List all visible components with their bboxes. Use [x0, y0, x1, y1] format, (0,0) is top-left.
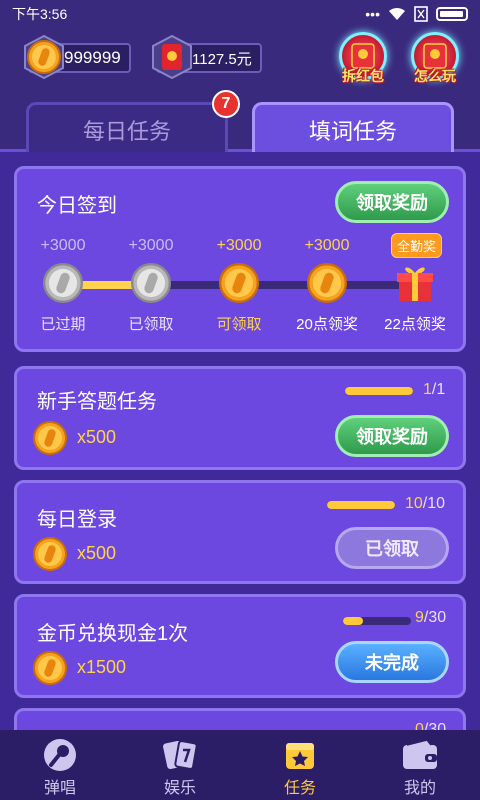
gold-coin-icon — [33, 651, 67, 685]
task-card: 每日登录 10/10 x500 已领取 — [14, 480, 466, 584]
task-title: 每日登录 — [37, 509, 117, 531]
tab-fill-word-tasks[interactable]: 填词任务 — [252, 102, 454, 154]
signin-day-label: 可领取 — [216, 316, 262, 333]
cards-icon — [163, 740, 198, 770]
nav-entertainment[interactable]: 娱乐 — [120, 730, 240, 800]
open-red-envelope-label: 拆红包 — [342, 68, 384, 84]
signin-day-amount: +3000 — [304, 237, 350, 254]
more-dots-icon: ••• — [365, 6, 380, 22]
signin-day-amount: +3000 — [216, 237, 262, 254]
signin-card: 今日签到 领取奖励 +3000 已过期 +3000 已领取 +3000 可领取 … — [14, 166, 466, 352]
progress-done: 1 — [423, 381, 432, 398]
signin-day-2: +3000 已领取 — [111, 237, 191, 334]
tab-daily-tasks[interactable]: 每日任务 — [26, 102, 228, 154]
red-envelope-hex-icon — [152, 34, 192, 80]
how-to-play-button[interactable]: 怎么玩 — [408, 32, 462, 88]
signin-day-4: +3000 20点领奖 — [287, 237, 367, 334]
status-icons: ••• — [365, 6, 468, 22]
bottom-nav: 弹唱 娱乐 任务 我的 — [0, 730, 480, 800]
signin-day-amount: +3000 — [128, 237, 174, 254]
microphone-icon — [44, 739, 76, 771]
silver-coin-icon — [43, 263, 83, 303]
how-to-play-label: 怎么玩 — [414, 68, 456, 84]
coin-hex-icon — [24, 34, 64, 80]
silver-coin-icon — [131, 263, 171, 303]
signin-day-label: 20点领奖 — [296, 316, 358, 333]
task-incomplete-button[interactable]: 未完成 — [335, 641, 449, 683]
nav-label: 我的 — [403, 780, 436, 797]
nav-label: 娱乐 — [163, 780, 196, 797]
task-list[interactable]: 今日签到 领取奖励 +3000 已过期 +3000 已领取 +3000 可领取 … — [0, 152, 480, 730]
status-bar: 下午3:56 ••• — [0, 0, 480, 28]
signin-day-label: 已领取 — [128, 316, 174, 333]
nav-label: 任务 — [283, 780, 316, 797]
signin-day-amount: +3000 — [40, 237, 86, 254]
coin-balance[interactable]: 999999 — [24, 34, 131, 80]
signin-day-label: 22点领奖 — [384, 316, 446, 333]
progress-done: 10 — [405, 495, 423, 512]
gold-coin-icon — [33, 421, 67, 455]
full-attendance-tag: 全勤奖 — [391, 233, 443, 258]
battery-icon — [436, 7, 468, 21]
progress-done: 0 — [415, 721, 424, 730]
gold-coin-icon — [33, 537, 67, 571]
task-card: 金币兑换现金1次 9/30 x1500 未完成 — [14, 594, 466, 698]
task-progress-text: 0/30 — [415, 721, 446, 730]
task-reward: x500 — [77, 543, 117, 563]
status-time: 下午3:56 — [12, 6, 68, 22]
task-progress-fill — [345, 387, 413, 395]
task-progress-text: 1/1 — [423, 381, 445, 399]
signin-claim-button[interactable]: 领取奖励 — [335, 181, 449, 223]
task-progress-bar — [327, 501, 395, 509]
signin-title: 今日签到 — [37, 195, 117, 217]
task-progress-text: 10/10 — [405, 495, 445, 513]
nav-label: 弹唱 — [43, 780, 76, 797]
task-star-icon — [286, 743, 314, 769]
sim-icon — [414, 6, 428, 22]
nav-sing[interactable]: 弹唱 — [0, 730, 120, 800]
task-reward: x500 — [77, 427, 117, 447]
task-card: 0/30 — [14, 708, 466, 730]
nav-tasks[interactable]: 任务 — [240, 730, 360, 800]
signin-day-1: +3000 已过期 — [23, 237, 103, 334]
task-progress-bar — [343, 617, 411, 625]
task-claimed-button[interactable]: 已领取 — [335, 527, 449, 569]
gold-coin-icon — [219, 263, 259, 303]
task-title: 新手答题任务 — [37, 391, 157, 413]
task-progress-fill — [327, 501, 395, 509]
gold-coin-icon — [307, 263, 347, 303]
header: 999999 1127.5元 拆红包 怎么玩 — [0, 28, 480, 98]
progress-total: /1 — [431, 381, 446, 398]
task-reward: x1500 — [77, 657, 127, 677]
wallet-icon — [403, 739, 437, 769]
gift-box-icon — [397, 267, 433, 301]
progress-total: /30 — [423, 609, 447, 626]
notification-badge: 7 — [212, 90, 240, 118]
progress-total: /30 — [423, 721, 447, 730]
cash-balance[interactable]: 1127.5元 — [152, 34, 262, 80]
signin-day-3[interactable]: +3000 可领取 — [199, 237, 279, 334]
progress-done: 9 — [415, 609, 424, 626]
task-title: 金币兑换现金1次 — [37, 623, 189, 645]
task-progress-fill — [343, 617, 364, 625]
task-progress-text: 9/30 — [415, 609, 446, 627]
open-red-envelope-button[interactable]: 拆红包 — [336, 32, 390, 88]
task-progress-bar — [345, 387, 413, 395]
task-claim-button[interactable]: 领取奖励 — [335, 415, 449, 457]
task-tabs: 每日任务 填词任务 — [0, 98, 480, 154]
task-card: 新手答题任务 1/1 x500 领取奖励 — [14, 366, 466, 470]
wifi-icon — [389, 7, 405, 20]
signin-day-label: 已过期 — [40, 316, 86, 333]
nav-mine[interactable]: 我的 — [360, 730, 480, 800]
progress-total: /10 — [422, 495, 446, 512]
